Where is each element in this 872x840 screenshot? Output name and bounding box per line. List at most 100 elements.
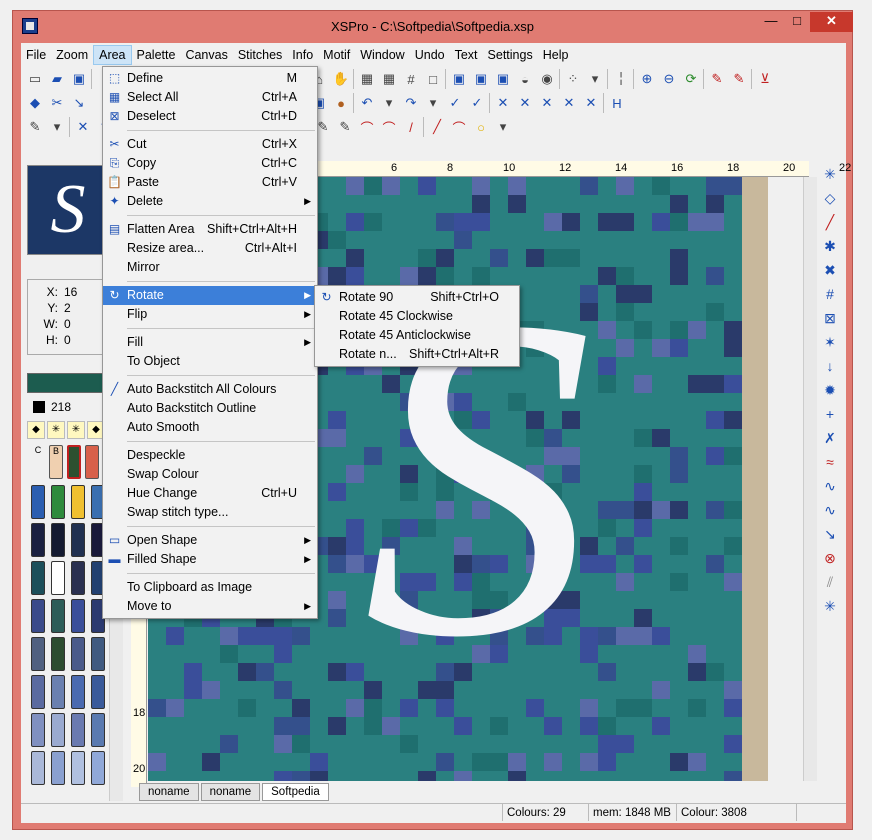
- stitch-tool-2-icon[interactable]: ✓: [467, 93, 487, 113]
- menu-item-flatten-area[interactable]: ▤ Flatten Area Shift+Ctrl+Alt+H: [103, 220, 317, 239]
- palette-swatch[interactable]: [71, 675, 85, 709]
- circle-dropdown-icon[interactable]: ▾: [493, 117, 513, 137]
- palette-swatch[interactable]: [31, 561, 45, 595]
- redo-icon[interactable]: ↷: [401, 93, 421, 113]
- palette-swatch[interactable]: [31, 485, 45, 519]
- stitch-full-icon[interactable]: ✳: [821, 165, 839, 183]
- redo-dropdown-icon[interactable]: ▾: [423, 93, 443, 113]
- blank-icon[interactable]: □: [423, 69, 443, 89]
- menu-item-define[interactable]: ⬚ Define M: [103, 69, 317, 88]
- palette-swatch[interactable]: [51, 675, 65, 709]
- selected-colour-bar[interactable]: [27, 373, 109, 393]
- knife-icon[interactable]: /: [401, 117, 421, 137]
- stitch-lattice-icon[interactable]: ⊠: [821, 309, 839, 327]
- palette-swatch[interactable]: [31, 713, 45, 747]
- menu-item-auto-backstitch-outline[interactable]: Auto Backstitch Outline: [103, 399, 317, 418]
- palette-colour[interactable]: [85, 445, 99, 479]
- circle-icon[interactable]: ○: [471, 117, 491, 137]
- stitch-burst-icon[interactable]: ✹: [821, 381, 839, 399]
- stitch-wave-icon[interactable]: ∿: [821, 477, 839, 495]
- menu-item-swap-colour[interactable]: Swap Colour: [103, 465, 317, 484]
- menu-item-auto-backstitch-all-colours[interactable]: ╱ Auto Backstitch All Colours: [103, 380, 317, 399]
- palette-swatch[interactable]: [91, 713, 105, 747]
- arc-icon[interactable]: ⌒: [357, 117, 377, 137]
- menu-item-rotate-n[interactable]: Rotate n... Shift+Ctrl+Alt+R: [315, 345, 519, 364]
- needle-icon[interactable]: ╎: [611, 69, 631, 89]
- stitch-diamond-icon[interactable]: ◇: [821, 189, 839, 207]
- menu-item-mirror[interactable]: Mirror: [103, 258, 317, 277]
- cross-stitch-2-icon[interactable]: ✕: [515, 93, 535, 113]
- minimize-button[interactable]: —: [758, 12, 784, 32]
- palette-swatch[interactable]: [51, 751, 65, 785]
- menu-item-to-object[interactable]: To Object: [103, 352, 317, 371]
- zoom-in-icon[interactable]: ⊕: [637, 69, 657, 89]
- fill-icon[interactable]: ◆: [25, 93, 45, 113]
- pin-line-icon[interactable]: ✎: [729, 69, 749, 89]
- menu-item-swap-stitch-type[interactable]: Swap stitch type...: [103, 503, 317, 522]
- erase-icon[interactable]: ✕: [73, 117, 93, 137]
- stitch-slash-icon[interactable]: ⫽: [821, 573, 839, 591]
- palette-swatch[interactable]: [91, 751, 105, 785]
- menu-item-delete[interactable]: ✦ Delete ▶: [103, 192, 317, 211]
- stitch-tool-icon[interactable]: ✓: [445, 93, 465, 113]
- menu-item-flip[interactable]: Flip ▶: [103, 305, 317, 324]
- chevron-down-icon[interactable]: ▾: [585, 69, 605, 89]
- pin-icon[interactable]: ✎: [707, 69, 727, 89]
- palette-swatch[interactable]: [51, 523, 65, 557]
- menu-area[interactable]: Area: [93, 45, 132, 65]
- palette-swatch[interactable]: [91, 675, 105, 709]
- h-arrow-icon[interactable]: H: [607, 93, 627, 113]
- menu-item-rotate[interactable]: ↻ Rotate ▶: [103, 286, 317, 305]
- cross-stitch-icon[interactable]: ✕: [493, 93, 513, 113]
- grid-lines-icon[interactable]: #: [401, 69, 421, 89]
- stitch-cross-icon[interactable]: ✖: [821, 261, 839, 279]
- undo-dropdown-icon[interactable]: ▾: [379, 93, 399, 113]
- menu-item-filled-shape[interactable]: ▬ Filled Shape ▶: [103, 550, 317, 569]
- tab-softpedia[interactable]: Softpedia: [262, 783, 329, 801]
- title-bar[interactable]: XSPro - C:\Softpedia\Softpedia.xsp — □ ✕: [13, 11, 853, 43]
- cross-stitch-5-icon[interactable]: ✕: [581, 93, 601, 113]
- diamond-icon[interactable]: ◆: [27, 421, 45, 439]
- palette-swatch[interactable]: [51, 561, 65, 595]
- menu-stitches[interactable]: Stitches: [233, 45, 287, 65]
- grid-icon[interactable]: ▦: [357, 69, 377, 89]
- stitch-hash-icon[interactable]: #: [821, 285, 839, 303]
- stitch-star-icon[interactable]: ✱: [821, 237, 839, 255]
- menu-item-despeckle[interactable]: Despeckle: [103, 446, 317, 465]
- menu-item-resize-area[interactable]: Resize area... Ctrl+Alt+I: [103, 239, 317, 258]
- stitch-plus-icon[interactable]: +: [821, 405, 839, 423]
- menu-item-rotate-90[interactable]: ↻ Rotate 90 Shift+Ctrl+O: [315, 288, 519, 307]
- view-half-icon[interactable]: ▣: [471, 69, 491, 89]
- cross-stitch-4-icon[interactable]: ✕: [559, 93, 579, 113]
- close-button[interactable]: ✕: [810, 12, 853, 32]
- menu-item-auto-smooth[interactable]: Auto Smooth: [103, 418, 317, 437]
- star-2-icon[interactable]: ✳: [67, 421, 85, 439]
- colour-swatch[interactable]: [33, 401, 45, 413]
- stitch-zigzag-icon[interactable]: ≈: [821, 453, 839, 471]
- curve-icon[interactable]: ⌒: [449, 117, 469, 137]
- stitch-arrow-icon[interactable]: ↘: [821, 525, 839, 543]
- palette-swatch[interactable]: [71, 713, 85, 747]
- line-icon[interactable]: ╱: [427, 117, 447, 137]
- palette-swatch[interactable]: [71, 523, 85, 557]
- pen-2-icon[interactable]: ✎: [335, 117, 355, 137]
- palette-swatch[interactable]: [71, 637, 85, 671]
- palette-swatch[interactable]: [91, 637, 105, 671]
- arc-2-icon[interactable]: ⌒: [379, 117, 399, 137]
- tweezers-icon[interactable]: ↘: [69, 93, 89, 113]
- tab-noname-2[interactable]: noname: [200, 783, 261, 801]
- undo-icon[interactable]: ↶: [357, 93, 377, 113]
- palette-swatch[interactable]: [71, 599, 85, 633]
- palette-swatch[interactable]: [51, 599, 65, 633]
- pencil-icon[interactable]: ✎: [25, 117, 45, 137]
- view-full-icon[interactable]: ▣: [449, 69, 469, 89]
- menu-palette[interactable]: Palette: [132, 45, 181, 65]
- menu-item-fill[interactable]: Fill ▶: [103, 333, 317, 352]
- tab-noname-1[interactable]: noname: [139, 783, 199, 801]
- stitch-diagonal-icon[interactable]: ╱: [821, 213, 839, 231]
- menu-item-deselect[interactable]: ⊠ Deselect Ctrl+D: [103, 107, 317, 126]
- stitch-x-icon[interactable]: ✗: [821, 429, 839, 447]
- palette-swatch[interactable]: [31, 637, 45, 671]
- stitch-asterisk-icon[interactable]: ✳: [821, 597, 839, 615]
- view-symbol-icon[interactable]: ◒: [515, 69, 535, 89]
